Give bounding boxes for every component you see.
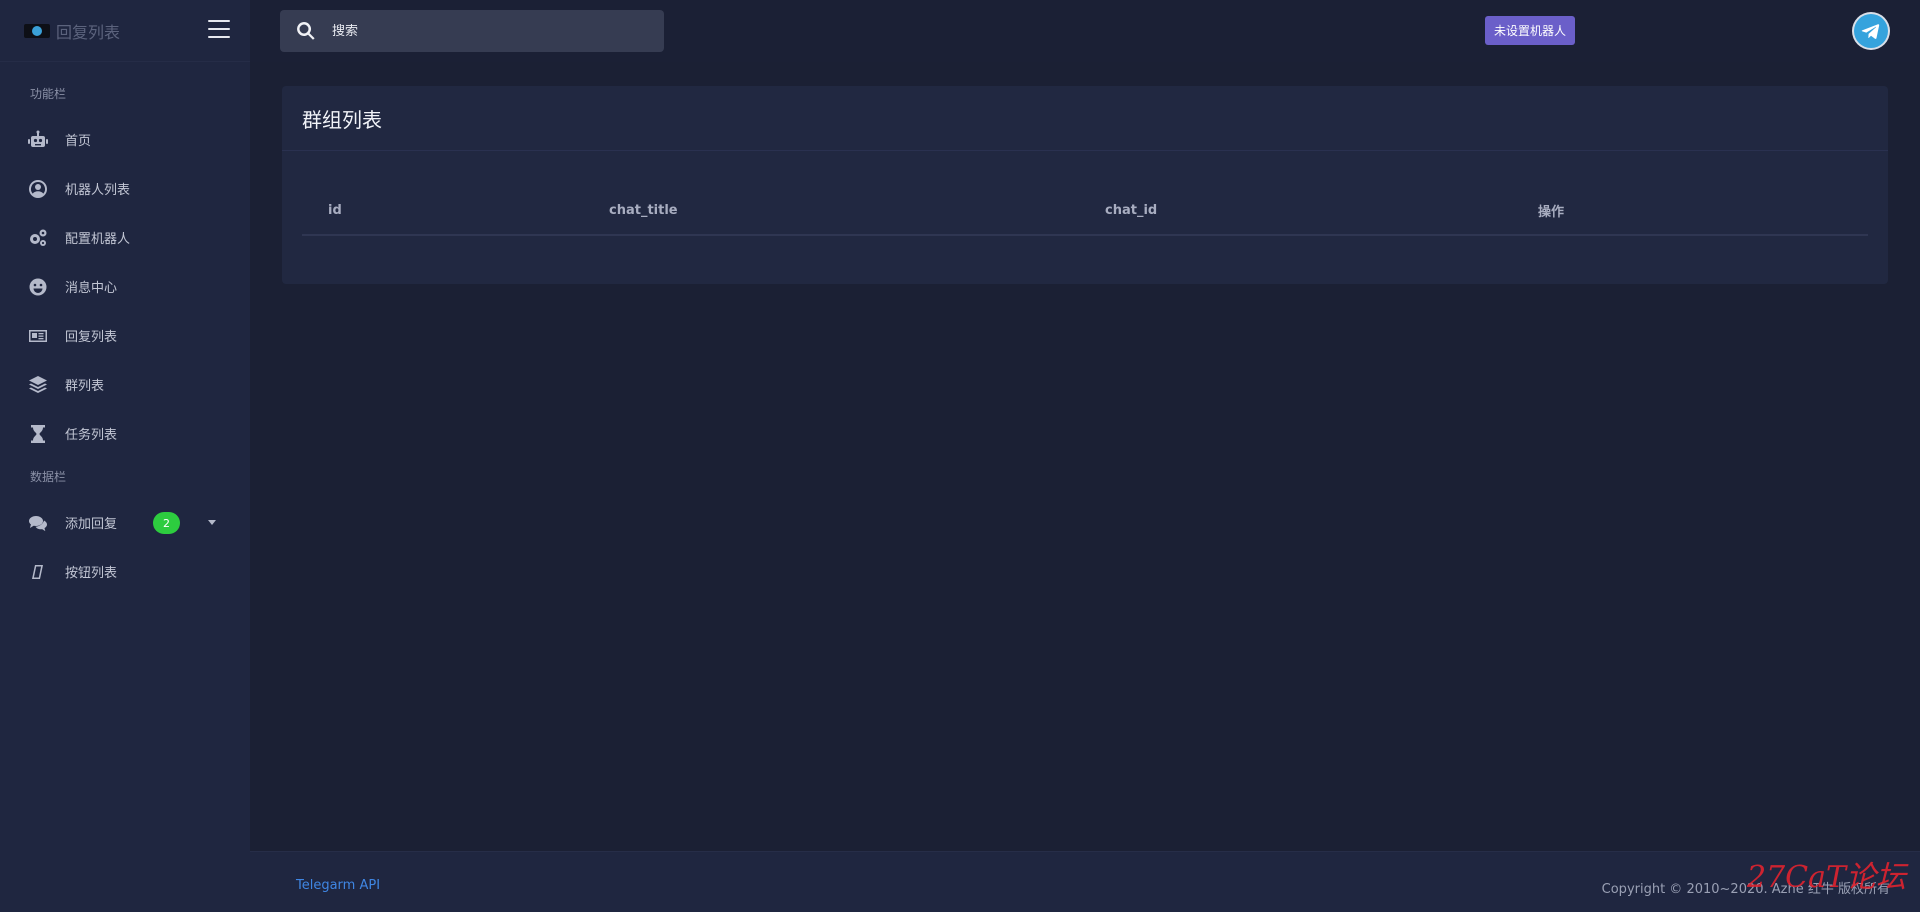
comments-icon xyxy=(26,513,50,533)
telegram-icon xyxy=(1854,14,1888,48)
sidebar-item-configure-bot[interactable]: 配置机器人 xyxy=(0,213,250,262)
sidebar-item-label: 回复列表 xyxy=(65,330,118,345)
smile-icon xyxy=(26,277,50,297)
section-label-functions: 功能栏 xyxy=(30,87,67,101)
hamburger-bar xyxy=(208,36,230,38)
footer: Telegarm API Copyright © 2010~2020. Azhe… xyxy=(250,851,1920,912)
sidebar-item-label: 消息中心 xyxy=(65,281,118,296)
hourglass-icon xyxy=(26,424,50,444)
sidebar-item-label: 按钮列表 xyxy=(65,566,118,581)
count-badge: 2 xyxy=(153,512,180,534)
watermark: 27CaT论坛 xyxy=(1746,860,1906,895)
user-circle-icon xyxy=(26,179,50,199)
section-label-data: 数据栏 xyxy=(30,470,67,484)
square-icon xyxy=(26,562,50,582)
menu-toggle-button[interactable] xyxy=(208,20,230,38)
column-header-id[interactable]: id xyxy=(302,187,583,236)
column-header-chat-title[interactable]: chat_title xyxy=(583,187,1079,236)
robot-icon xyxy=(26,130,50,150)
brand-title: 回复列表 xyxy=(56,22,121,42)
sidebar-item-label: 首页 xyxy=(65,134,92,149)
sidebar-item-label: 添加回复 xyxy=(65,517,118,532)
column-header-chat-id[interactable]: chat_id xyxy=(1079,187,1512,236)
avatar[interactable] xyxy=(1852,12,1890,50)
chevron-down-icon[interactable] xyxy=(208,520,216,525)
hamburger-bar xyxy=(208,28,230,30)
layers-icon xyxy=(26,375,50,395)
card-header: 群组列表 xyxy=(282,86,1888,151)
sidebar-item-group-list[interactable]: 群列表 xyxy=(0,360,250,409)
telegram-logo-icon xyxy=(24,23,50,38)
search-input[interactable] xyxy=(332,23,632,39)
bot-status-button[interactable]: 未设置机器人 xyxy=(1485,16,1576,45)
search-icon xyxy=(297,22,315,40)
sidebar-item-label: 配置机器人 xyxy=(65,232,131,247)
group-table: id chat_title chat_id 操作 xyxy=(302,187,1868,236)
sidebar-item-reply-list[interactable]: 回复列表 xyxy=(0,311,250,360)
sidebar-item-message-center[interactable]: 消息中心 xyxy=(0,262,250,311)
table-header-row: id chat_title chat_id 操作 xyxy=(302,187,1868,236)
sidebar-item-label: 群列表 xyxy=(65,379,105,394)
sidebar-item-home[interactable]: 首页 xyxy=(0,115,250,164)
group-list-card: 群组列表 id chat_title chat_id 操作 xyxy=(282,86,1888,284)
sidebar-item-add-reply[interactable]: 添加回复 2 xyxy=(0,498,250,547)
sidebar-item-button-list[interactable]: 按钮列表 xyxy=(0,547,250,596)
sidebar-item-task-list[interactable]: 任务列表 xyxy=(0,409,250,458)
search-box[interactable] xyxy=(280,10,664,52)
top-header: 未设置机器人 xyxy=(250,0,1920,62)
sidebar-item-label: 任务列表 xyxy=(65,428,118,443)
app: 回复列表 功能栏 首页 机器人列表 配置机器人 消息中心 回复列表 群列表 任务… xyxy=(0,0,1920,912)
sidebar: 回复列表 功能栏 首页 机器人列表 配置机器人 消息中心 回复列表 群列表 任务… xyxy=(0,0,250,912)
sidebar-item-bot-list[interactable]: 机器人列表 xyxy=(0,164,250,213)
table-wrapper: id chat_title chat_id 操作 xyxy=(282,187,1888,236)
brand: 回复列表 xyxy=(0,0,250,62)
column-header-actions[interactable]: 操作 xyxy=(1512,187,1868,236)
newspaper-icon xyxy=(26,326,50,346)
page-title: 群组列表 xyxy=(302,107,382,132)
hamburger-bar xyxy=(208,20,230,22)
sidebar-item-label: 机器人列表 xyxy=(65,183,131,198)
cogs-icon xyxy=(26,228,50,248)
telegram-api-link[interactable]: Telegarm API xyxy=(296,878,380,893)
